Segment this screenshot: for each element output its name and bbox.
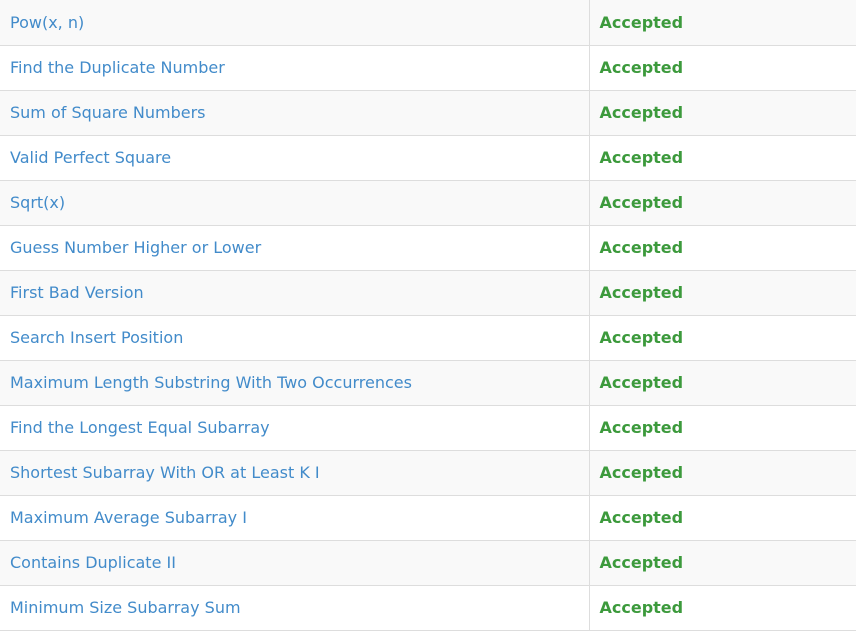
problem-link[interactable]: Find the Longest Equal Subarray (10, 418, 270, 437)
status-cell: Accepted (589, 270, 856, 316)
table-row: Pow(x, n) Accepted (0, 0, 856, 46)
status-cell: Accepted (589, 0, 856, 46)
table-row: Minimum Size Subarray Sum Accepted (0, 585, 856, 631)
status-cell: Accepted (589, 360, 856, 406)
problem-link[interactable]: Guess Number Higher or Lower (10, 238, 261, 257)
table-row: Shortest Subarray With OR at Least K I A… (0, 450, 856, 496)
status-cell: Accepted (589, 405, 856, 451)
status-accepted: Accepted (599, 553, 684, 572)
problem-link[interactable]: Maximum Length Substring With Two Occurr… (10, 373, 412, 392)
problem-title-cell: Sum of Square Numbers (0, 90, 590, 136)
table-row: Contains Duplicate II Accepted (0, 540, 856, 586)
status-cell: Accepted (589, 180, 856, 226)
status-accepted: Accepted (599, 193, 684, 212)
table-row: First Bad Version Accepted (0, 270, 856, 316)
problem-title-cell: Search Insert Position (0, 315, 590, 361)
problem-link[interactable]: Sum of Square Numbers (10, 103, 206, 122)
status-cell: Accepted (589, 450, 856, 496)
status-accepted: Accepted (599, 148, 684, 167)
table-row: Search Insert Position Accepted (0, 315, 856, 361)
status-accepted: Accepted (599, 598, 684, 617)
status-accepted: Accepted (599, 12, 684, 32)
problem-link[interactable]: Minimum Size Subarray Sum (10, 598, 241, 617)
status-cell: Accepted (589, 135, 856, 181)
problem-title-cell: Contains Duplicate II (0, 540, 590, 586)
problem-link[interactable]: Search Insert Position (10, 328, 183, 347)
problem-title-cell: Maximum Length Substring With Two Occurr… (0, 360, 590, 406)
status-accepted: Accepted (599, 283, 684, 302)
table-row: Find the Duplicate Number Accepted (0, 45, 856, 91)
problem-title-cell: Minimum Size Subarray Sum (0, 585, 590, 631)
status-accepted: Accepted (599, 58, 684, 77)
problem-link[interactable]: Contains Duplicate II (10, 553, 176, 572)
status-cell: Accepted (589, 585, 856, 631)
status-accepted: Accepted (599, 238, 684, 257)
problem-link[interactable]: First Bad Version (10, 283, 144, 302)
table-row: Sqrt(x) Accepted (0, 180, 856, 226)
problem-title-cell: Valid Perfect Square (0, 135, 590, 181)
problem-title-cell: Maximum Average Subarray I (0, 495, 590, 541)
problem-title-cell: Sqrt(x) (0, 180, 590, 226)
problem-link[interactable]: Find the Duplicate Number (10, 58, 225, 77)
status-cell: Accepted (589, 225, 856, 271)
problem-link[interactable]: Pow(x, n) (10, 13, 84, 32)
status-accepted: Accepted (599, 373, 684, 392)
status-accepted: Accepted (599, 328, 684, 347)
problem-title-cell: First Bad Version (0, 270, 590, 316)
problem-link[interactable]: Valid Perfect Square (10, 148, 171, 167)
problem-link[interactable]: Maximum Average Subarray I (10, 508, 247, 527)
problem-title-cell: Find the Duplicate Number (0, 45, 590, 91)
table-row: Sum of Square Numbers Accepted (0, 90, 856, 136)
status-cell: Accepted (589, 495, 856, 541)
problem-title-cell: Find the Longest Equal Subarray (0, 405, 590, 451)
problem-link[interactable]: Sqrt(x) (10, 193, 65, 212)
status-cell: Accepted (589, 90, 856, 136)
table-row: Guess Number Higher or Lower Accepted (0, 225, 856, 271)
table-row: Valid Perfect Square Accepted (0, 135, 856, 181)
status-accepted: Accepted (599, 103, 684, 122)
table-row: Find the Longest Equal Subarray Accepted (0, 405, 856, 451)
submissions-table: Pow(x, n) Accepted Find the Duplicate Nu… (0, 0, 856, 631)
status-cell: Accepted (589, 315, 856, 361)
table-row: Maximum Length Substring With Two Occurr… (0, 360, 856, 406)
problem-title-cell: Shortest Subarray With OR at Least K I (0, 450, 590, 496)
status-cell: Accepted (589, 540, 856, 586)
status-accepted: Accepted (599, 463, 684, 482)
table-row: Maximum Average Subarray I Accepted (0, 495, 856, 541)
status-accepted: Accepted (599, 508, 684, 527)
problem-link[interactable]: Shortest Subarray With OR at Least K I (10, 463, 320, 482)
problem-title-cell: Pow(x, n) (0, 0, 590, 46)
status-cell: Accepted (589, 45, 856, 91)
status-accepted: Accepted (599, 418, 684, 437)
problem-title-cell: Guess Number Higher or Lower (0, 225, 590, 271)
